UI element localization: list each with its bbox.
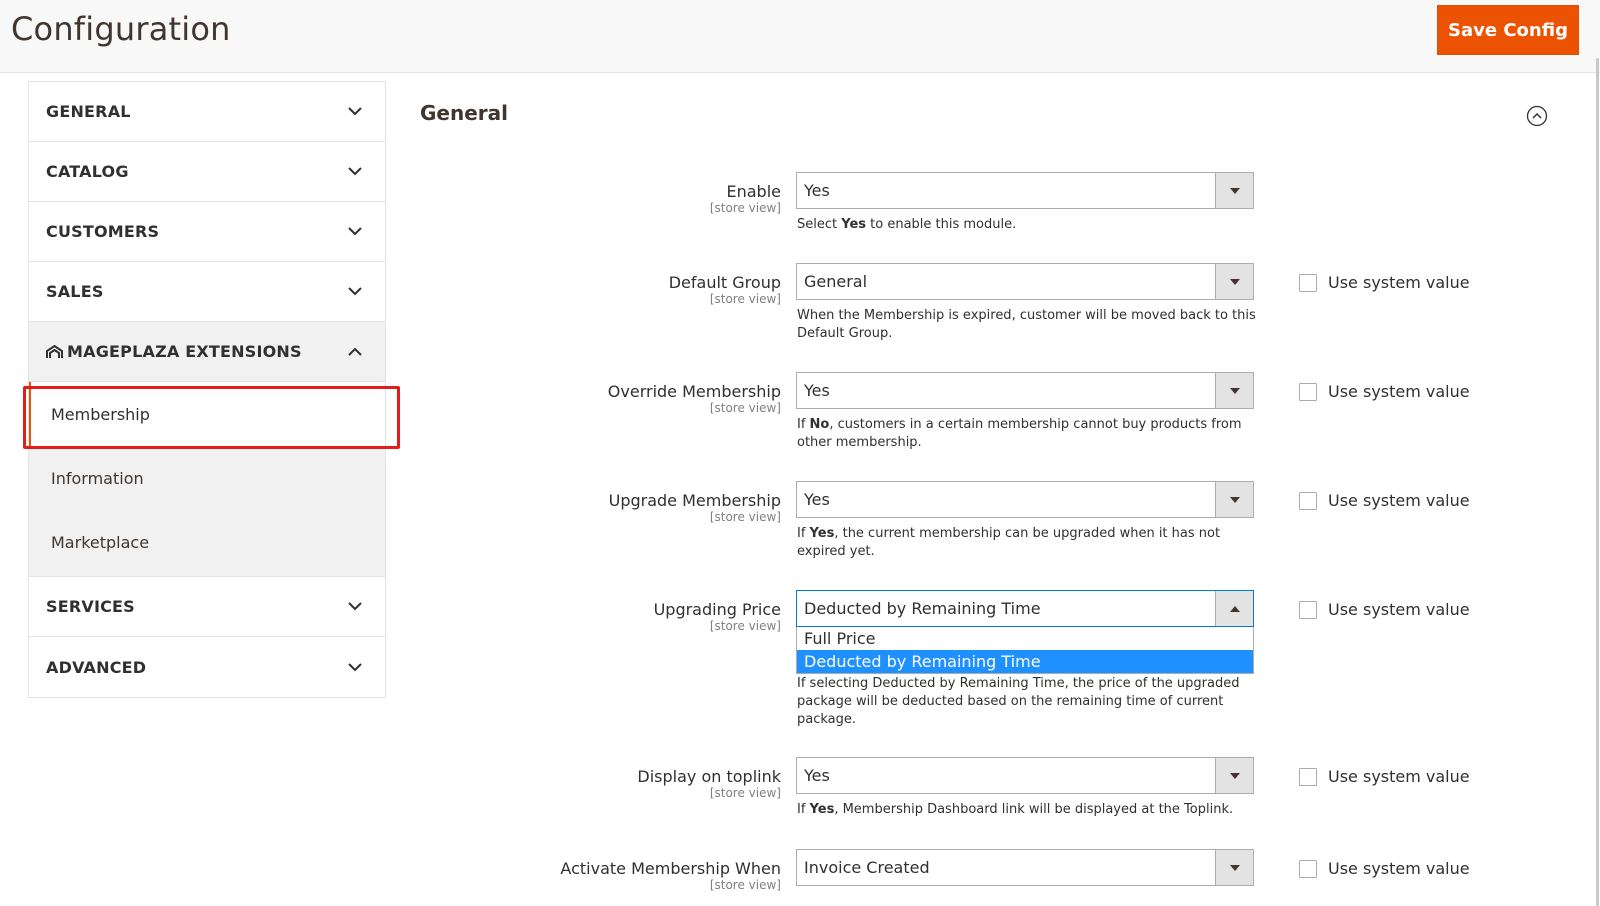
checkbox-label: Use system value xyxy=(1328,600,1470,619)
caret-up-icon xyxy=(1215,591,1253,626)
tab-label: SALES xyxy=(46,282,104,301)
field-note: If No, customers in a certain membership… xyxy=(797,417,1242,450)
chevron-down-icon xyxy=(346,658,364,676)
sidebar-item-marketplace[interactable]: Marketplace xyxy=(29,510,385,574)
page-title: Configuration xyxy=(11,10,231,48)
field-label: Display on toplink xyxy=(637,767,781,786)
select-value: General xyxy=(804,272,868,291)
tab-label: SERVICES xyxy=(46,597,135,616)
sidebar-item-membership[interactable]: Membership xyxy=(29,382,385,446)
use-system-value-checkbox[interactable]: Use system value xyxy=(1299,767,1470,786)
section-title: General xyxy=(420,101,508,125)
chevron-down-icon xyxy=(346,598,364,616)
select-value: Yes xyxy=(804,181,830,200)
scope-label: [store view] xyxy=(709,510,781,524)
caret-down-icon xyxy=(1215,173,1253,208)
option-full-price[interactable]: Full Price xyxy=(797,627,1253,650)
collapse-section-icon[interactable] xyxy=(1526,105,1548,127)
tab-label: CATALOG xyxy=(46,162,129,181)
config-sidebar: GENERAL CATALOG CUSTOMERS SALES MAGEPLAZ… xyxy=(28,81,386,698)
tab-sales[interactable]: SALES xyxy=(29,262,385,322)
use-system-value-checkbox[interactable]: Use system value xyxy=(1299,273,1470,292)
extensions-submenu: Membership Information Marketplace xyxy=(29,382,385,577)
chevron-down-icon xyxy=(346,283,364,301)
scope-label: [store view] xyxy=(709,619,781,633)
tab-advanced[interactable]: ADVANCED xyxy=(29,637,385,697)
tab-services[interactable]: SERVICES xyxy=(29,577,385,637)
tab-catalog[interactable]: CATALOG xyxy=(29,142,385,202)
chevron-down-icon xyxy=(346,103,364,121)
tab-label: MAGEPLAZA EXTENSIONS xyxy=(46,342,302,361)
mageplaza-logo-icon xyxy=(46,344,63,359)
caret-down-icon xyxy=(1215,482,1253,517)
checkbox-label: Use system value xyxy=(1328,767,1470,786)
field-label: Upgrading Price xyxy=(653,600,781,619)
checkbox[interactable] xyxy=(1299,767,1317,786)
default-group-select[interactable]: General xyxy=(796,263,1254,300)
tab-mageplaza-extensions[interactable]: MAGEPLAZA EXTENSIONS xyxy=(29,322,385,382)
select-value: Invoice Created xyxy=(804,858,930,877)
checkbox-label: Use system value xyxy=(1328,859,1470,878)
checkbox[interactable] xyxy=(1299,600,1317,619)
save-config-button[interactable]: Save Config xyxy=(1437,5,1579,55)
field-label: Enable xyxy=(726,182,782,201)
field-note: If selecting Deducted by Remaining Time,… xyxy=(797,676,1240,727)
field-label: Upgrade Membership xyxy=(608,491,781,510)
option-deducted-by-remaining-time[interactable]: Deducted by Remaining Time xyxy=(797,650,1253,673)
scope-label: [store view] xyxy=(709,786,781,800)
use-system-value-checkbox[interactable]: Use system value xyxy=(1299,600,1470,619)
field-note: If Yes, Membership Dashboard link will b… xyxy=(797,802,1234,817)
checkbox-label: Use system value xyxy=(1328,273,1470,292)
checkbox[interactable] xyxy=(1299,382,1317,401)
display-on-toplink-select[interactable]: Yes xyxy=(796,757,1254,794)
enable-select[interactable]: Yes xyxy=(796,172,1254,209)
select-value: Deducted by Remaining Time xyxy=(804,599,1041,618)
scope-label: [store view] xyxy=(709,201,781,215)
field-note: Select Yes to enable this module. xyxy=(797,217,1017,232)
tab-label-text: MAGEPLAZA EXTENSIONS xyxy=(67,342,302,361)
chevron-down-icon xyxy=(346,223,364,241)
chevron-up-icon xyxy=(346,343,364,361)
use-system-value-checkbox[interactable]: Use system value xyxy=(1299,859,1470,878)
checkbox[interactable] xyxy=(1299,491,1317,510)
tab-label: ADVANCED xyxy=(46,657,147,677)
upgrading-price-options: Full Price Deducted by Remaining Time xyxy=(796,627,1254,674)
select-value: Yes xyxy=(804,381,830,400)
upgrading-price-select[interactable]: Deducted by Remaining Time xyxy=(796,590,1254,627)
chevron-down-icon xyxy=(346,163,364,181)
override-membership-select[interactable]: Yes xyxy=(796,372,1254,409)
tab-general[interactable]: GENERAL xyxy=(29,82,385,142)
caret-down-icon xyxy=(1215,758,1253,793)
tab-label: GENERAL xyxy=(46,102,131,121)
scope-label: [store view] xyxy=(709,292,781,306)
field-note: When the Membership is expired, customer… xyxy=(797,308,1256,341)
checkbox[interactable] xyxy=(1299,859,1317,878)
upgrade-membership-select[interactable]: Yes xyxy=(796,481,1254,518)
field-label: Default Group xyxy=(668,273,781,292)
checkbox-label: Use system value xyxy=(1328,382,1470,401)
use-system-value-checkbox[interactable]: Use system value xyxy=(1299,491,1470,510)
caret-down-icon xyxy=(1215,264,1253,299)
field-label: Activate Membership When xyxy=(560,859,781,878)
caret-down-icon xyxy=(1215,850,1253,885)
select-value: Yes xyxy=(804,766,830,785)
sidebar-item-information[interactable]: Information xyxy=(29,446,385,510)
activate-membership-select[interactable]: Invoice Created xyxy=(796,849,1254,886)
checkbox-label: Use system value xyxy=(1328,491,1470,510)
select-value: Yes xyxy=(804,490,830,509)
scope-label: [store view] xyxy=(709,401,781,415)
scrollbar[interactable] xyxy=(1596,58,1599,906)
page-header: Configuration Save Config xyxy=(0,0,1600,73)
field-note: If Yes, the current membership can be up… xyxy=(797,526,1221,559)
tab-label: CUSTOMERS xyxy=(46,222,160,241)
use-system-value-checkbox[interactable]: Use system value xyxy=(1299,382,1470,401)
tab-customers[interactable]: CUSTOMERS xyxy=(29,202,385,262)
field-label: Override Membership xyxy=(607,382,781,401)
scope-label: [store view] xyxy=(709,878,781,892)
checkbox[interactable] xyxy=(1299,273,1317,292)
caret-down-icon xyxy=(1215,373,1253,408)
